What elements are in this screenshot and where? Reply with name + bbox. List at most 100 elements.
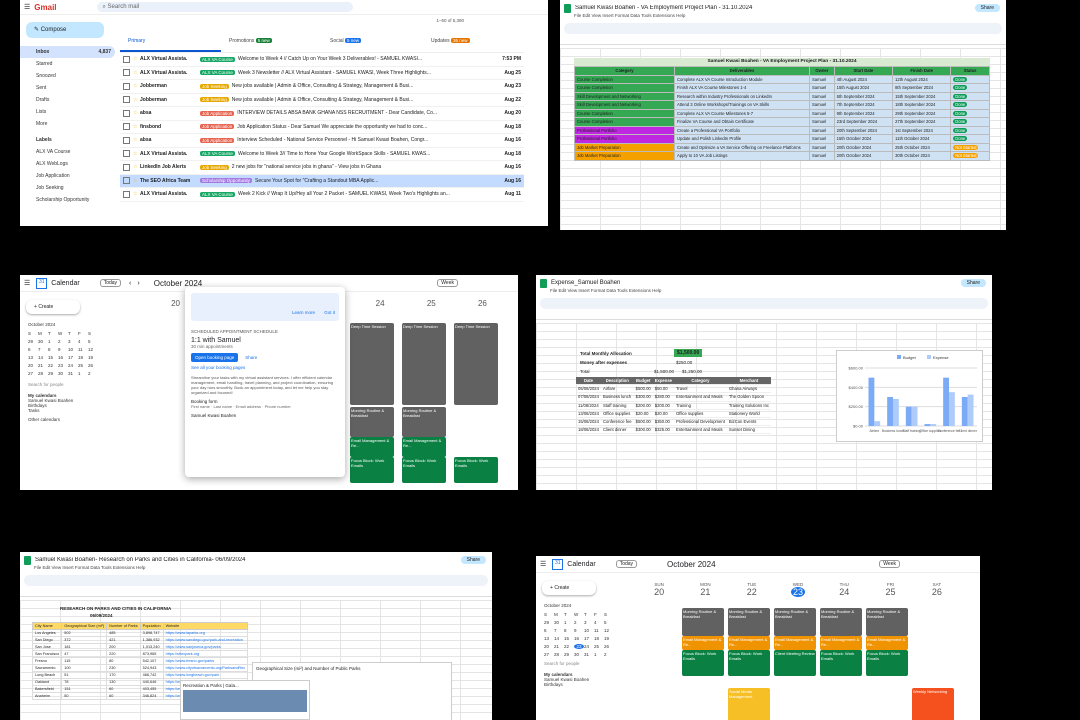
mini-day[interactable]: 15	[564, 636, 574, 641]
cell-status[interactable]: Not Started	[950, 151, 990, 161]
mini-day[interactable]: 24	[68, 363, 78, 368]
mini-day[interactable]: 28	[38, 371, 48, 376]
mini-day[interactable]: 6	[28, 347, 38, 352]
column-header[interactable]: Category	[574, 66, 675, 76]
table-cell[interactable]: San Francisco	[31, 650, 63, 658]
calendar-event[interactable]: Morning Routine & Breakfast	[866, 608, 908, 636]
formula-bar[interactable]	[560, 36, 1006, 45]
mini-day[interactable]: 2	[58, 339, 68, 344]
tab-updates[interactable]: Updates 36 new	[423, 34, 524, 52]
sidebar-item-drafts[interactable]: Drafts	[20, 94, 115, 106]
status-chip[interactable]: Done	[953, 110, 968, 116]
search-input[interactable]: ⌕ Search mail	[96, 2, 353, 12]
table-cell[interactable]: Office supplies	[600, 409, 634, 418]
star-icon[interactable]: ☆	[133, 97, 140, 103]
label-job-application[interactable]: Job Application	[20, 170, 115, 182]
cell-deliverable[interactable]: Update and Polish LinkedIn Profile	[674, 134, 810, 144]
cell-finish[interactable]: 18th September 2024	[892, 100, 952, 110]
toolbar[interactable]	[24, 575, 488, 586]
table-cell[interactable]: 80	[106, 657, 141, 665]
bar[interactable]	[874, 421, 881, 426]
sidebar-item-starred[interactable]: Starred	[20, 58, 115, 70]
mini-day[interactable]: 4	[594, 620, 604, 625]
got-it-button[interactable]: Got it	[324, 310, 335, 315]
cell-owner[interactable]: Samuel	[809, 125, 835, 135]
expense-chart[interactable]: $600.00 $400.00 $200.00 $0.00 Budget Expense A…	[836, 350, 983, 442]
table-cell[interactable]: Conference fee	[600, 417, 634, 427]
mini-day[interactable]: 8	[48, 347, 58, 352]
day-number[interactable]: 26	[457, 299, 508, 308]
cell-category[interactable]: Job Market Preparation	[574, 151, 675, 161]
calendar-event[interactable]: Focus Block: Work Emails	[728, 650, 770, 676]
table-cell[interactable]: 3,898,747	[139, 629, 164, 637]
bar[interactable]	[893, 398, 899, 426]
mini-day[interactable]: 2	[574, 620, 584, 625]
table-cell[interactable]: 542,107	[139, 657, 164, 665]
email-row[interactable]: ☆ Jobberman Job Seeking New jobs available …	[120, 94, 524, 107]
table-cell[interactable]: https://www.cityofsacramento.org/Parksan…	[162, 664, 249, 672]
cell-status[interactable]: Done	[950, 117, 990, 127]
learn-more-link[interactable]: Learn more	[292, 310, 315, 315]
sidebar-item-snoozed[interactable]: Snoozed	[20, 70, 115, 82]
calendar-event[interactable]: Email Management & Re...	[774, 636, 816, 650]
mini-day[interactable]: 21	[38, 363, 48, 368]
cell-status[interactable]: Done	[950, 134, 990, 144]
table-cell[interactable]: Professional Development	[673, 417, 727, 427]
image-card[interactable]: Recreation & Parks | Gala...	[180, 680, 310, 720]
mini-day[interactable]: 25	[78, 363, 88, 368]
calendar-event[interactable]: Email Management & Re...	[820, 636, 862, 650]
mini-day[interactable]: 30	[38, 339, 48, 344]
cell-status[interactable]: Done	[950, 100, 990, 110]
table-cell[interactable]: $20.00	[633, 409, 653, 418]
menu-icon[interactable]: ☰	[24, 3, 30, 11]
day-column-header[interactable]: SUN 20	[636, 582, 682, 597]
cell-category[interactable]: Course Completion	[574, 108, 675, 118]
calendar-event[interactable]: Email Management & Re...	[728, 636, 770, 650]
table-cell[interactable]: Training Solutions Inc	[726, 401, 771, 410]
cell-category[interactable]: Skill Development and Networking	[574, 100, 675, 110]
checkbox[interactable]	[123, 190, 130, 198]
cell-category[interactable]: Professional Portfolio	[574, 134, 675, 144]
mini-day[interactable]: 20	[544, 644, 554, 649]
cell-start[interactable]: 15th August 2024	[833, 83, 894, 93]
formula-bar[interactable]	[20, 588, 492, 597]
calendar-event[interactable]: Focus Block: Work Emails	[454, 457, 498, 483]
mini-day[interactable]: 31	[68, 371, 78, 376]
table-cell[interactable]: Anaheim	[31, 692, 63, 700]
star-icon[interactable]: ☆	[133, 191, 140, 197]
email-label[interactable]: Scholarship Opportunity	[200, 178, 253, 184]
mini-day[interactable]: 21	[554, 644, 564, 649]
cell-start[interactable]: 7th September 2024	[833, 100, 894, 110]
cell-owner[interactable]: Samuel	[809, 151, 835, 161]
mini-day[interactable]: 23	[574, 644, 584, 649]
mini-day[interactable]: 13	[28, 355, 38, 360]
table-cell[interactable]: 1,386,932	[139, 636, 164, 644]
mini-day[interactable]: 14	[38, 355, 48, 360]
table-cell[interactable]: 07/08/2024	[576, 392, 601, 402]
email-label[interactable]: Job Seeking	[200, 97, 229, 103]
menu-bar[interactable]: File Edit View Insert Format Data Tools …	[536, 288, 992, 296]
email-row[interactable]: ☆ absa Job Application Interview Scheduled …	[120, 134, 524, 148]
mini-day[interactable]: 3	[68, 339, 78, 344]
table-cell[interactable]: $50.00	[652, 384, 674, 394]
share-button[interactable]: Share	[960, 279, 986, 287]
label-alx-weblogs[interactable]: ALX WebLogs	[20, 158, 115, 170]
cell-finish[interactable]: 29th September 2024	[892, 108, 952, 118]
mini-day[interactable]: 16	[574, 636, 584, 641]
cell-owner[interactable]: Samuel	[809, 117, 835, 127]
mini-day[interactable]: 4	[78, 339, 88, 344]
email-row[interactable]: ☆ ALX Virtual Assista. ALX VA Course Week 3…	[120, 67, 524, 80]
cell-category[interactable]: Job Market Preparation	[574, 142, 675, 152]
email-row[interactable]: ☆ LinkedIn Job Alerts Job Seeking 2 new job…	[120, 161, 524, 175]
calendar-event[interactable]: Email Management & Re...	[682, 636, 724, 650]
chevron-left-icon[interactable]: ‹	[129, 280, 131, 287]
calendar-event[interactable]: Morning Routine & Breakfast	[350, 407, 394, 437]
formula-bar[interactable]	[536, 311, 992, 320]
table-cell[interactable]: https://www.sanjoseca.gov/parks	[162, 643, 249, 651]
cell-deliverable[interactable]: Apply to 10 VA Job Listings	[674, 151, 810, 161]
calendar-event[interactable]: Focus Block: Work Emails	[402, 457, 446, 483]
table-cell[interactable]: https://www.laparks.org	[162, 629, 249, 637]
cell-finish[interactable]: 27th September 2024	[892, 117, 952, 127]
cell-finish[interactable]: 12th August 2024	[892, 74, 952, 84]
table-cell[interactable]: 200	[106, 643, 141, 651]
